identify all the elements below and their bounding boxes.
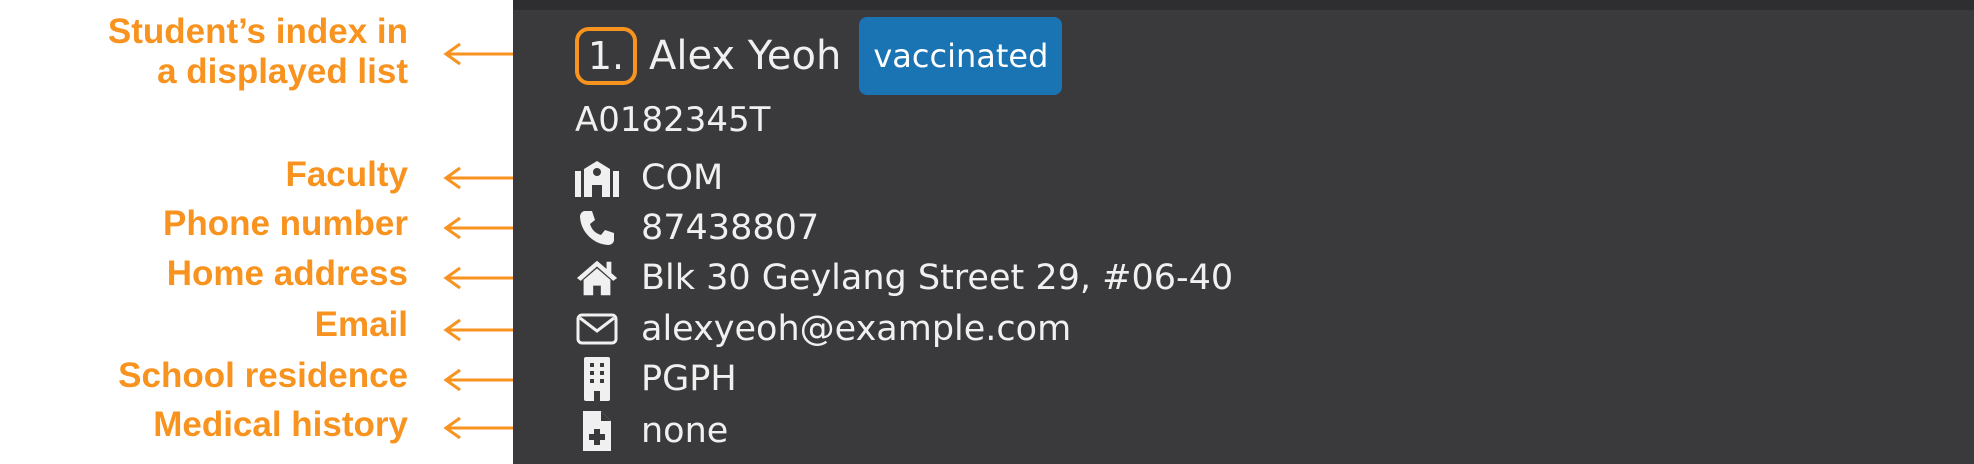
medical-file-icon <box>575 410 619 452</box>
annotation-email-label: Email <box>314 305 408 344</box>
annotation-phone-label: Phone number <box>162 204 408 243</box>
address-value: Blk 30 Geylang Street 29, #06-40 <box>641 258 1234 298</box>
email-value: alexyeoh@example.com <box>641 309 1072 349</box>
residence-value: PGPH <box>641 359 737 399</box>
student-matric-number: A0182345T <box>575 100 771 140</box>
envelope-icon <box>575 308 619 350</box>
address-row: Blk 30 Geylang Street 29, #06-40 <box>575 255 1233 301</box>
panel-top-border <box>513 0 1974 10</box>
student-header: 1. Alex Yeoh vaccinated <box>575 17 1063 95</box>
annotation-residence-label: School residence <box>118 356 408 395</box>
faculty-row: COM <box>575 155 723 201</box>
home-icon <box>575 257 619 299</box>
annotation-index-line1: Student’s index in <box>107 12 408 51</box>
annotation-medical-label: Medical history <box>153 405 408 444</box>
residence-row: PGPH <box>575 356 737 402</box>
student-name: Alex Yeoh <box>649 33 842 79</box>
phone-row: 87438807 <box>575 205 819 251</box>
student-index: 1. <box>575 27 637 85</box>
phone-icon <box>575 207 619 249</box>
student-card[interactable]: 1. Alex Yeoh vaccinated A0182345T COM 87… <box>513 0 1974 464</box>
medical-row: none <box>575 408 728 454</box>
annotation-address-label: Home address <box>166 254 408 293</box>
phone-value: 87438807 <box>641 208 820 248</box>
email-row: alexyeoh@example.com <box>575 306 1071 352</box>
vaccination-tag: vaccinated <box>859 17 1063 95</box>
school-building-icon <box>575 157 619 199</box>
annotation-index-line2: a displayed list <box>157 52 408 91</box>
annotation-index-label: Student’s index in a displayed list <box>108 12 408 92</box>
medical-value: none <box>641 411 729 451</box>
faculty-value: COM <box>641 158 724 198</box>
annotation-faculty-label: Faculty <box>285 155 408 194</box>
building-icon <box>575 357 619 401</box>
